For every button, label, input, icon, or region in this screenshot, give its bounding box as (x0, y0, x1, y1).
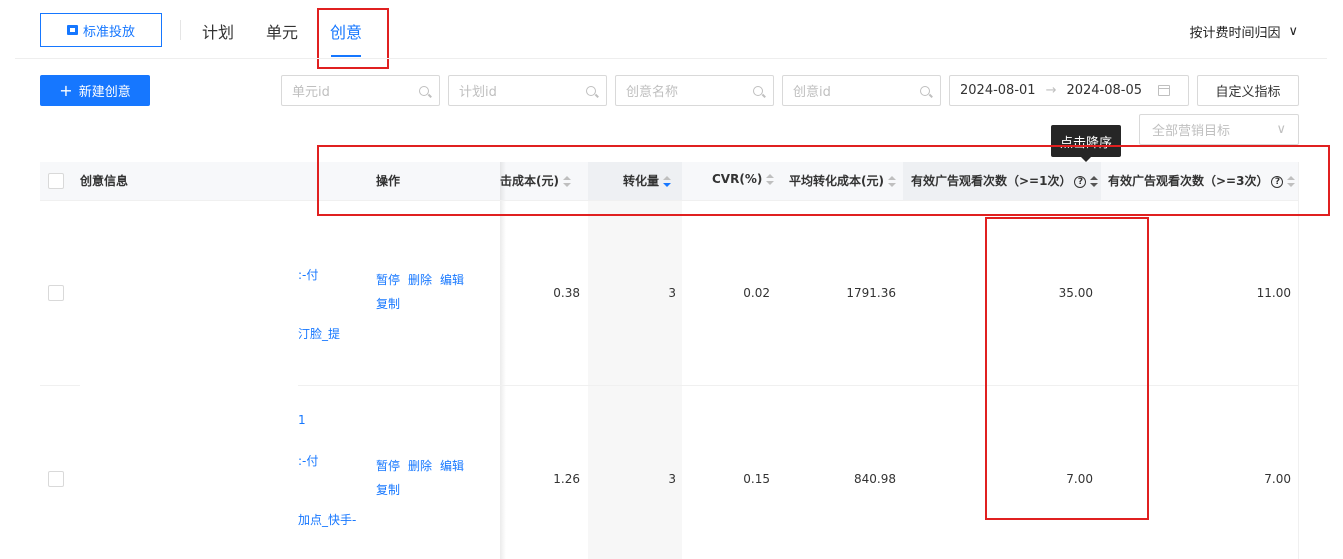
row-ops: 暂停 删除 编辑 复制 (376, 268, 472, 316)
search-icon (920, 85, 930, 96)
edit-link[interactable]: 编辑 (440, 459, 464, 473)
creative-name-input[interactable]: 创意名称 (615, 75, 774, 106)
creative-info-text[interactable]: 汀脸_提 (298, 325, 340, 342)
attribution-label: 按计费时间归因 (1189, 26, 1281, 41)
date-end: 2024-08-05 (1066, 83, 1143, 98)
delete-link[interactable]: 删除 (408, 459, 432, 473)
delete-link[interactable]: 删除 (408, 273, 432, 287)
date-start: 2024-08-01 (960, 83, 1036, 98)
marketing-goal-placeholder: 全部营销目标 (1152, 124, 1231, 139)
edit-link[interactable]: 编辑 (440, 273, 464, 287)
creative-id-placeholder: 创意id (793, 85, 831, 100)
conversions-cell: 3 (668, 286, 676, 300)
row-checkbox[interactable] (48, 285, 64, 301)
divider (180, 20, 181, 40)
creative-info-text[interactable]: 加点_快手- (298, 511, 356, 528)
tab-unit[interactable]: 单元 (266, 19, 298, 43)
tab-plan[interactable]: 计划 (202, 19, 234, 43)
avg-conv-cost-cell: 840.98 (854, 472, 896, 486)
plan-id-input[interactable]: 计划id (448, 75, 607, 106)
conversions-cell: 3 (668, 472, 676, 486)
header-creative-info: 创意信息 (80, 174, 129, 188)
header-divider (15, 58, 1327, 59)
pause-link[interactable]: 暂停 (376, 459, 400, 473)
row-ops: 暂停 删除 编辑 复制 (376, 454, 472, 502)
custom-metrics-button[interactable]: 自定义指标 (1197, 75, 1299, 106)
pause-link[interactable]: 暂停 (376, 273, 400, 287)
highlight-box-column (985, 217, 1149, 520)
creative-info-text[interactable]: :-付 (298, 266, 318, 283)
calendar-icon (1158, 85, 1171, 96)
date-range-picker[interactable]: 2024-08-01 → 2024-08-05 (949, 75, 1189, 106)
new-creative-label: 新建创意 (78, 85, 131, 100)
cvr-cell: 0.15 (743, 472, 770, 486)
chevron-down-icon: ∨ (1288, 24, 1298, 39)
chart-icon (66, 25, 78, 35)
new-creative-button[interactable]: + 新建创意 (40, 75, 150, 106)
creative-name-placeholder: 创意名称 (626, 85, 679, 100)
standard-delivery-label: 标准投放 (82, 24, 135, 40)
standard-delivery-button[interactable]: 标准投放 (40, 13, 162, 47)
row-divider (40, 385, 80, 386)
fixed-column-shadow (500, 162, 506, 559)
creative-id-input[interactable]: 创意id (782, 75, 941, 106)
copy-link[interactable]: 复制 (376, 297, 400, 311)
valid-views-3-cell: 11.00 (1256, 286, 1291, 300)
click-cost-cell: 1.26 (553, 472, 580, 486)
attribution-dropdown[interactable]: 按计费时间归因 ∨ (1189, 22, 1298, 41)
search-icon (419, 85, 429, 96)
date-arrow: → (1045, 83, 1057, 98)
creative-info-text[interactable]: :-付 (298, 452, 318, 469)
click-cost-cell: 0.38 (553, 286, 580, 300)
sorted-column-body-bg (588, 200, 682, 559)
valid-views-3-cell: 7.00 (1264, 472, 1291, 486)
search-icon (586, 85, 596, 96)
avg-conv-cost-cell: 1791.36 (846, 286, 896, 300)
creative-info-text[interactable]: 1 (298, 413, 306, 427)
marketing-goal-select[interactable]: 全部营销目标 ∨ (1139, 114, 1299, 145)
plan-id-placeholder: 计划id (459, 85, 497, 100)
copy-link[interactable]: 复制 (376, 483, 400, 497)
table-right-edge (1298, 162, 1299, 559)
row-checkbox[interactable] (48, 471, 64, 487)
highlight-box-tab (317, 8, 389, 69)
cvr-cell: 0.02 (743, 286, 770, 300)
plus-icon: + (59, 81, 73, 100)
chevron-down-icon: ∨ (1276, 122, 1286, 137)
select-all-checkbox[interactable] (48, 173, 64, 189)
unit-id-placeholder: 单元id (292, 85, 330, 100)
unit-id-input[interactable]: 单元id (281, 75, 440, 106)
search-icon (753, 85, 763, 96)
highlight-box-headers (317, 145, 1330, 216)
